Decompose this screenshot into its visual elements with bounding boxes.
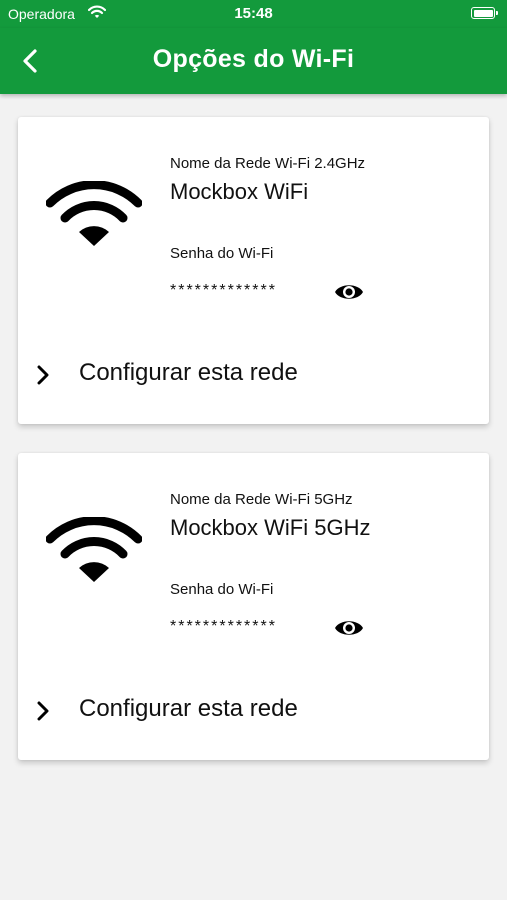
clock: 15:48 — [234, 5, 273, 22]
password-value: ************* — [170, 282, 277, 299]
battery-icon — [471, 7, 498, 19]
network-name: Mockbox WiFi 5GHz — [170, 515, 371, 540]
eye-icon — [335, 621, 363, 635]
chevron-right-icon — [36, 365, 50, 390]
network-name-label: Nome da Rede Wi-Fi 2.4GHz — [170, 155, 366, 172]
page-title: Opções do Wi-Fi — [152, 45, 355, 73]
show-password-button[interactable] — [334, 280, 364, 309]
password-value: ************* — [170, 618, 277, 635]
show-password-button[interactable] — [334, 616, 364, 645]
configure-network-label: Configurar esta rede — [79, 695, 298, 722]
wifi-icon — [45, 516, 143, 588]
eye-icon — [335, 285, 363, 299]
configure-network-label: Configurar esta rede — [79, 359, 298, 386]
configure-network-button[interactable]: Configurar esta rede — [36, 693, 456, 729]
status-bar: Operadora 15:48 — [0, 0, 507, 28]
chevron-right-icon — [36, 701, 50, 726]
password-label: Senha do Wi-Fi — [170, 581, 274, 598]
password-label: Senha do Wi-Fi — [170, 245, 274, 262]
network-card-5ghz: Nome da Rede Wi-Fi 5GHz Mockbox WiFi 5GH… — [18, 453, 489, 760]
network-name: Mockbox WiFi — [170, 179, 309, 204]
network-name-label: Nome da Rede Wi-Fi 5GHz — [170, 491, 353, 508]
configure-network-button[interactable]: Configurar esta rede — [36, 357, 456, 393]
network-card-2-4ghz: Nome da Rede Wi-Fi 2.4GHz Mockbox WiFi S… — [18, 117, 489, 424]
wifi-icon — [45, 180, 143, 252]
app-header: Opções do Wi-Fi — [0, 28, 507, 94]
